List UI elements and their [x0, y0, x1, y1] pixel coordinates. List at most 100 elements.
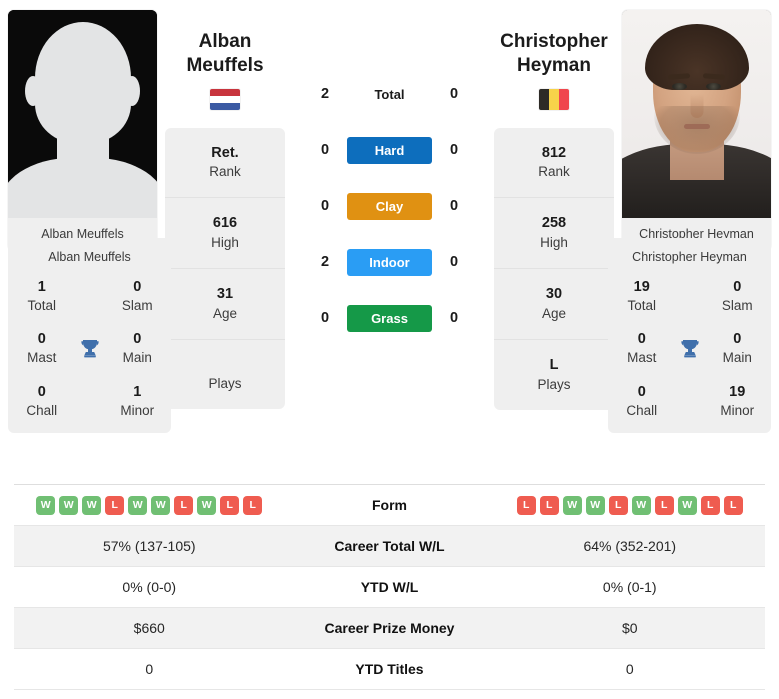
- right-h2h-grass: 0: [449, 310, 459, 326]
- right-titles-chall: 0 Chall: [614, 383, 670, 419]
- left-player-name[interactable]: Alban Meuffels: [165, 30, 285, 79]
- right-rank-row: 812 Rank: [494, 128, 614, 199]
- form-badge-win[interactable]: W: [631, 495, 651, 515]
- form-badge-win[interactable]: W: [36, 495, 56, 515]
- right-age-row: 30 Age: [494, 269, 614, 340]
- right-player-photo-card[interactable]: Christopher Heyman: [622, 10, 771, 251]
- player-silhouette-placeholder-icon: [8, 10, 157, 218]
- right-player-titles-card: Christopher Heyman 19 Total 0 Slam 0 Mast 0 Main…: [608, 238, 771, 434]
- form-badge-loss[interactable]: L: [174, 495, 194, 515]
- left-titles-main-value: 0: [133, 331, 142, 348]
- left-titles-card-player-name: Alban Meuffels: [48, 250, 131, 264]
- right-ytd-w-l-value: 0% (0-1): [602, 579, 657, 595]
- form-badge-loss[interactable]: L: [539, 495, 559, 515]
- surface-label-indoor[interactable]: Indoor: [347, 248, 432, 276]
- right-titles-total: 19 Total: [614, 278, 670, 314]
- right-high-label: High: [540, 234, 568, 250]
- right-player-name[interactable]: Christopher Heyman: [494, 30, 614, 79]
- table-row: W W W L W W L W L L Form L L W W L W L W L L: [14, 485, 765, 526]
- left-high-row: 616 High: [165, 198, 285, 270]
- left-player-flag-wrap: [165, 88, 285, 110]
- surface-label-grass[interactable]: Grass: [347, 304, 432, 332]
- surface-label-total: Total: [347, 81, 432, 108]
- left-titles-mast: 0 Mast: [14, 330, 70, 366]
- left-high-value: 616: [212, 215, 238, 232]
- surface-badge-grass: Grass: [347, 304, 432, 332]
- right-h2h-hard: 0: [449, 142, 459, 158]
- surface-row-total: 2 Total 0: [285, 66, 494, 122]
- table-row: 0% (0-0) YTD W/L 0% (0-1): [14, 567, 765, 608]
- table-row-label: Career Prize Money: [324, 620, 455, 636]
- left-titles-total: 1 Total: [14, 278, 70, 314]
- right-titles-mast-label: Mast: [627, 350, 657, 366]
- left-age-row: 31 Age: [165, 269, 285, 340]
- right-titles-minor-value: 19: [729, 383, 746, 400]
- left-titles-chall-label: Chall: [26, 402, 58, 418]
- form-badge-loss[interactable]: L: [243, 495, 263, 515]
- form-badge-win[interactable]: W: [82, 495, 102, 515]
- right-form-value: LLWWLWLWLL: [495, 495, 766, 515]
- form-badge-win[interactable]: W: [585, 495, 605, 515]
- right-plays-label: Plays: [537, 376, 571, 392]
- right-age-label: Age: [541, 305, 567, 321]
- surface-label-clay[interactable]: Clay: [347, 192, 432, 220]
- left-plays-row: Plays: [165, 340, 285, 409]
- left-titles-chall: 0 Chall: [14, 383, 70, 419]
- right-player-last-name: Heyman: [517, 55, 591, 77]
- trophy-icon: [670, 337, 710, 361]
- surface-label-hard[interactable]: Hard: [347, 136, 432, 164]
- right-player-first-name: Christopher: [500, 31, 608, 52]
- flag-stripe: [210, 95, 240, 103]
- table-row-label: YTD W/L: [360, 579, 419, 595]
- left-player-last-name: Meuffels: [186, 55, 264, 77]
- form-badge-win[interactable]: W: [151, 495, 171, 515]
- form-badge-win[interactable]: W: [197, 495, 217, 515]
- right-titles-total-value: 19: [633, 279, 650, 295]
- form-badge-loss[interactable]: L: [105, 495, 125, 515]
- player-portrait-image: [622, 10, 771, 218]
- right-titles-chall-value: 0: [637, 383, 646, 400]
- table-row-label: Form: [372, 497, 407, 513]
- form-badge-loss[interactable]: L: [654, 495, 674, 515]
- form-badge-loss[interactable]: L: [608, 495, 628, 515]
- right-titles-card-player-name: Christopher Heyman: [632, 250, 747, 264]
- left-ytd-titles-value: 0: [145, 661, 154, 677]
- right-player-rank-stack: 812 Rank 258 High 30 Age L Plays: [494, 127, 614, 410]
- belgium-flag-icon: [539, 88, 569, 110]
- left-h2h-total: 2: [320, 86, 330, 102]
- left-age-value: 31: [216, 286, 234, 303]
- right-ytd-titles-value: 0: [625, 661, 634, 677]
- left-player-photo-card[interactable]: Alban Meuffels: [8, 10, 157, 251]
- right-plays-row: L Plays: [494, 340, 614, 410]
- right-titles-slam: 0 Slam: [710, 278, 766, 314]
- left-titles-minor-value: 1: [133, 383, 142, 400]
- form-badge-loss[interactable]: L: [700, 495, 720, 515]
- trophy-icon: [70, 337, 110, 361]
- left-player-photo: [8, 10, 157, 218]
- right-titles-main-label: Main: [722, 350, 752, 366]
- surface-badge-clay: Clay: [347, 192, 432, 220]
- surface-row-indoor: 2 Indoor 0: [285, 234, 494, 290]
- left-rank-value: Ret.: [211, 144, 239, 161]
- right-h2h-total: 0: [449, 86, 459, 102]
- left-form-strip: WWWLWWLWLL: [36, 495, 263, 515]
- surface-row-clay: 0 Clay 0: [285, 178, 494, 234]
- form-badge-win[interactable]: W: [128, 495, 148, 515]
- right-player-info-column: Christopher Heyman 812 Rank 258 High 30 …: [494, 10, 614, 478]
- form-badge-win[interactable]: W: [59, 495, 79, 515]
- right-titles-chall-label: Chall: [626, 402, 658, 418]
- form-badge-loss[interactable]: L: [516, 495, 536, 515]
- surface-badge-indoor: Indoor: [347, 248, 432, 276]
- table-row-label: Career Total W/L: [334, 538, 445, 554]
- left-player-titles-card: Alban Meuffels 1 Total 0 Slam 0 Mast 0 Main 0 Chal…: [8, 238, 171, 434]
- left-career-prize-money-value: $660: [133, 620, 165, 636]
- form-badge-win[interactable]: W: [677, 495, 697, 515]
- form-badge-loss[interactable]: L: [220, 495, 240, 515]
- left-high-label: High: [211, 234, 239, 250]
- netherlands-flag-icon: [210, 88, 240, 110]
- form-badge-win[interactable]: W: [562, 495, 582, 515]
- form-badge-loss[interactable]: L: [723, 495, 743, 515]
- flag-stripe: [210, 102, 240, 110]
- right-high-value: 258: [541, 215, 567, 232]
- left-titles-slam-value: 0: [133, 279, 142, 295]
